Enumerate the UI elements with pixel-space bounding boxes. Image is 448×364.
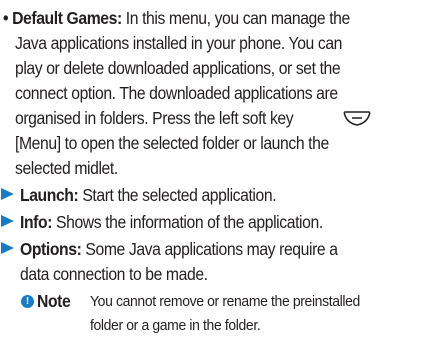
default-games-line-1-text: In this menu, you can manage the [121, 8, 350, 28]
manual-page: • Default Games: In this menu, you can m… [0, 0, 448, 364]
default-games-line-3: play or delete downloaded applications, … [15, 58, 341, 78]
note-label: Note [37, 291, 71, 311]
note-line-1: You cannot remove or rename the preinsta… [90, 293, 360, 310]
triangle-bullet-icon [1, 215, 14, 227]
triangle-bullet-icon [1, 188, 14, 200]
info-label: Info: [20, 212, 53, 232]
note-icon: ! [21, 295, 34, 308]
launch-text: Start the selected application. [78, 185, 277, 205]
default-games-line-4: connect option. The downloaded applicati… [15, 83, 338, 103]
default-games-line-6: [Menu] to open the selected folder or la… [15, 133, 329, 153]
info-item: Info: Shows the information of the appli… [20, 212, 323, 232]
options-label: Options: [20, 239, 82, 259]
triangle-bullet-icon [1, 242, 14, 254]
default-games-line-1: • Default Games: In this menu, you can m… [3, 8, 350, 28]
launch-label: Launch: [20, 185, 79, 205]
launch-item: Launch: Start the selected application. [20, 185, 277, 205]
info-text: Shows the information of the application… [52, 212, 323, 232]
options-item-continuation: data connection to be made. [20, 264, 208, 284]
default-games-line-5: organised in folders. Press the left sof… [15, 108, 294, 128]
options-item: Options: Some Java applications may requ… [20, 239, 338, 259]
default-games-line-7: selected midlet. [15, 158, 118, 178]
default-games-heading: Default Games: [12, 8, 122, 28]
options-text: Some Java applications may require a [81, 239, 338, 259]
note-line-2: folder or a game in the folder. [90, 317, 261, 334]
default-games-line-2: Java applications installed in your phon… [15, 33, 343, 53]
bullet: • [3, 8, 9, 28]
left-soft-key-icon [343, 111, 371, 126]
